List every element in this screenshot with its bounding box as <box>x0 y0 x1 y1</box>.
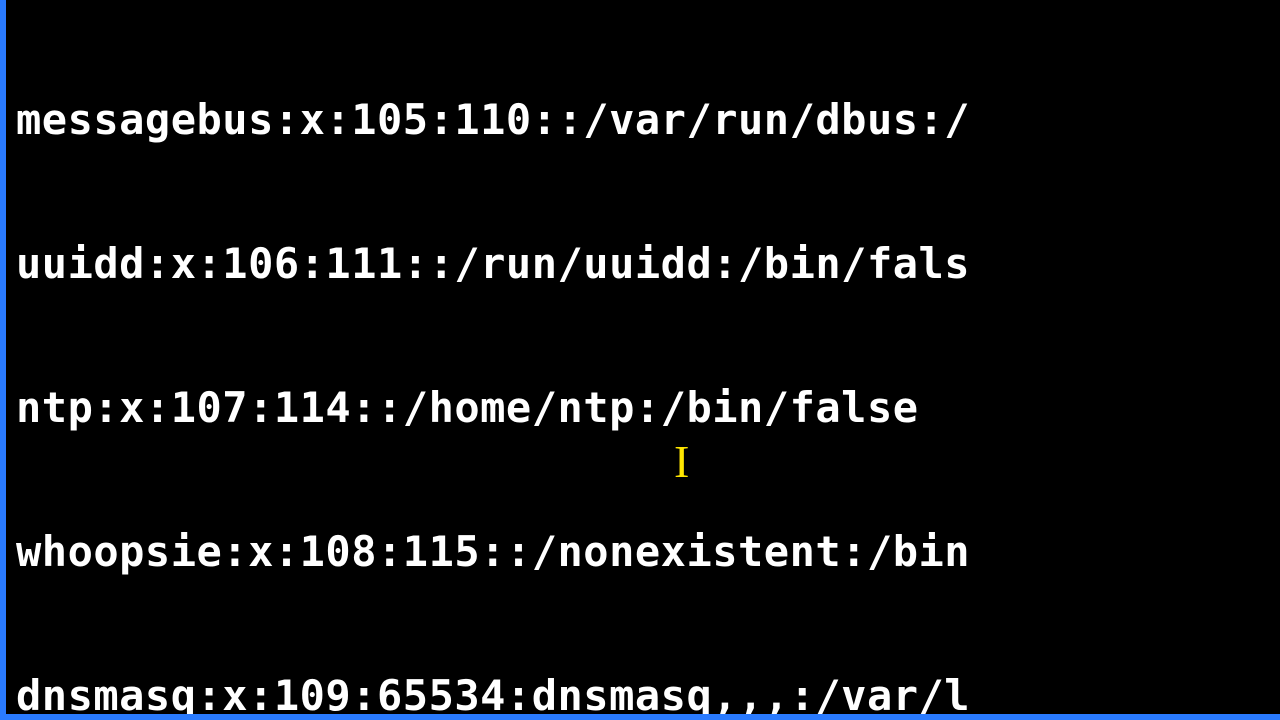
terminal-screen[interactable]: messagebus:x:105:110::/var/run/dbus:/ uu… <box>6 0 1280 714</box>
passwd-line: ntp:x:107:114::/home/ntp:/bin/false <box>16 384 1280 432</box>
mouse-ibeam-icon: I <box>674 438 690 486</box>
passwd-line: dnsmasq:x:109:65534:dnsmasq,,,:/var/l <box>16 672 1280 714</box>
passwd-line: uuidd:x:106:111::/run/uuidd:/bin/fals <box>16 240 1280 288</box>
passwd-line: messagebus:x:105:110::/var/run/dbus:/ <box>16 96 1280 144</box>
passwd-line: whoopsie:x:108:115::/nonexistent:/bin <box>16 528 1280 576</box>
